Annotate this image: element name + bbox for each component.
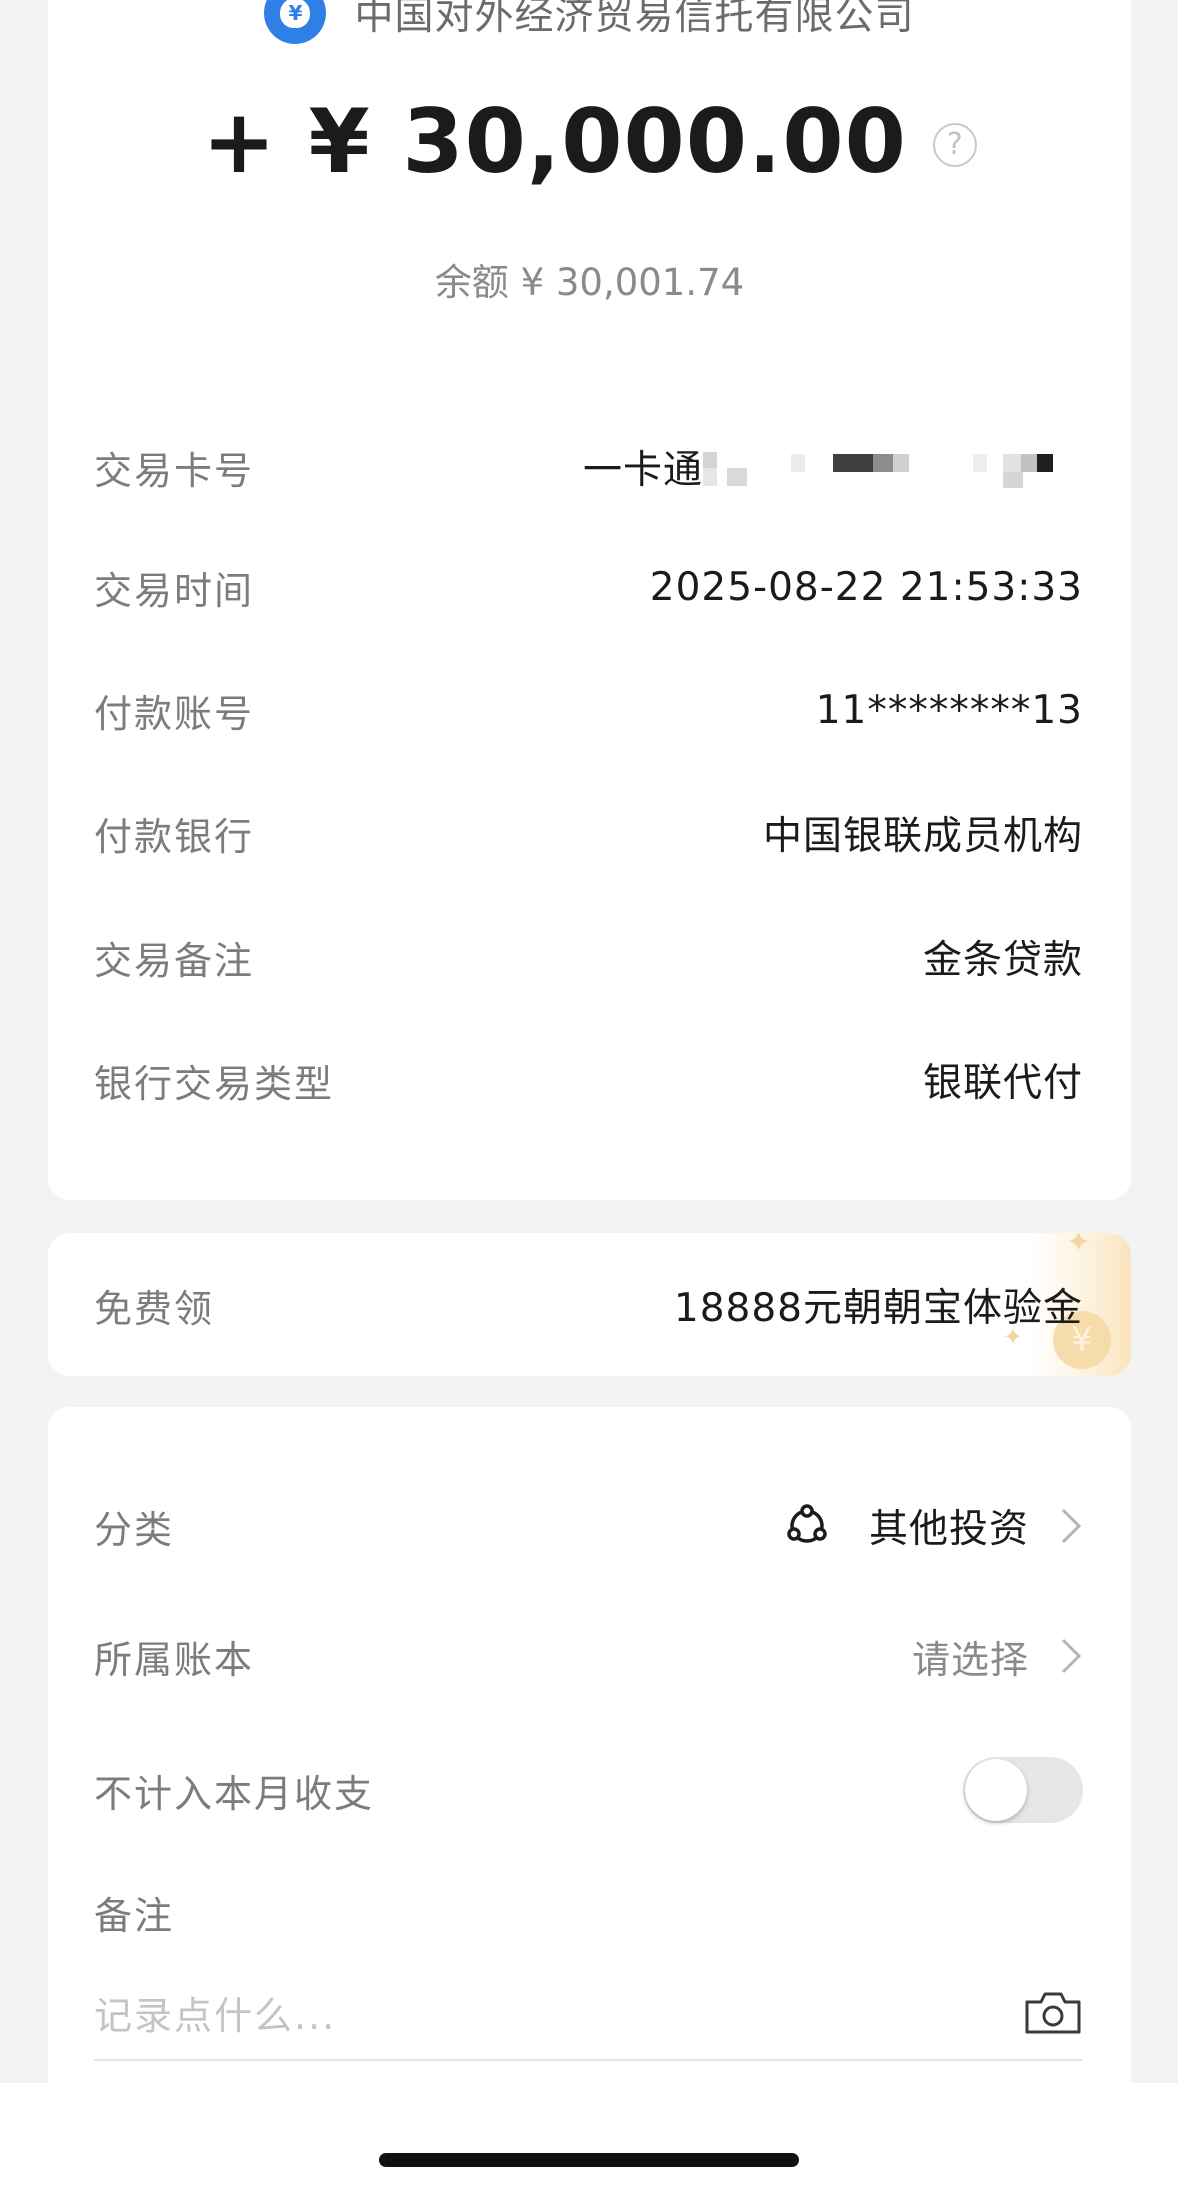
camera-icon[interactable] [1023,1988,1083,2036]
masked-card-number [703,442,1083,492]
toggle-knob [965,1759,1027,1821]
detail-row-payer-account: 付款账号 11********13 [94,680,1083,740]
type-label: 银行交易类型 [94,1061,335,1106]
help-icon[interactable]: ? [932,122,977,167]
promo-row[interactable]: 免费领 18888元朝朝宝体验金 [94,1275,1083,1335]
ledger-label: 所属账本 [94,1637,255,1682]
home-indicator[interactable] [379,2153,799,2167]
note-placeholder: 记录点什么... [94,1993,337,2038]
balance-text: 余额 ¥ 30,001.74 [434,261,745,304]
merchant-header: ¥ 中国对外经济贸易信托有限公司 [48,0,1131,44]
transaction-amount: + ¥ 30,000.00 [202,90,907,193]
card-value-text: 一卡通 [582,448,703,493]
promo-label: 免费领 [94,1286,215,1331]
merchant-icon-glyph: ¥ [280,0,311,28]
detail-row-time: 交易时间 2025-08-22 21:53:33 [94,557,1083,617]
chevron-right-icon [1061,1508,1082,1544]
payer-bank-value: 中国银联成员机构 [762,814,1083,859]
remark-value: 金条贷款 [922,938,1083,983]
sparkle-icon: ✦ [1065,1233,1091,1260]
type-value: 银联代付 [922,1061,1083,1106]
payer-account-value: 11********13 [815,687,1083,733]
note-label: 备注 [94,1893,175,1938]
ledger-selector[interactable]: 请选择 [912,1629,1083,1684]
note-input[interactable]: 记录点什么... [94,1977,1083,2061]
time-label: 交易时间 [94,568,255,613]
ledger-row[interactable]: 所属账本 请选择 [94,1626,1083,1686]
category-label: 分类 [94,1507,175,1552]
ledger-value: 请选择 [911,1637,1029,1682]
detail-row-type: 银行交易类型 银联代付 [94,1050,1083,1110]
time-value: 2025-08-22 21:53:33 [649,564,1083,610]
transaction-detail-card: ¥ 中国对外经济贸易信托有限公司 + ¥ 30,000.00 ? 余额 ¥ 30… [48,0,1131,1200]
detail-row-card: 交易卡号 一卡通 [94,437,1083,497]
payer-account-label: 付款账号 [94,691,255,736]
exclude-row: 不计入本月收支 [94,1750,1083,1830]
note-label-row: 备注 [94,1882,1083,1942]
category-selector[interactable]: 其他投资 [785,1498,1083,1554]
remark-label: 交易备注 [94,938,255,983]
promo-banner[interactable]: ✦ ✦ ¥ 免费领 18888元朝朝宝体验金 [48,1233,1131,1376]
exclude-label: 不计入本月收支 [94,1771,375,1816]
category-value: 其他投资 [868,1507,1029,1552]
settings-card: 分类 其他投资 所属账本 请选择 不计入本月收支 备注 记录点什么... [48,1407,1131,2107]
detail-row-payer-bank: 付款银行 中国银联成员机构 [94,803,1083,863]
investment-icon [787,1504,827,1543]
card-value: 一卡通 [583,439,1083,495]
home-indicator-area [0,2083,1178,2185]
payer-bank-label: 付款银行 [94,814,255,859]
detail-row-remark: 交易备注 金条贷款 [94,927,1083,987]
merchant-name: 中国对外经济贸易信托有限公司 [354,0,915,39]
exclude-toggle[interactable] [963,1757,1083,1823]
card-label: 交易卡号 [94,448,255,493]
amount-row: + ¥ 30,000.00 ? [48,90,1131,193]
chevron-right-icon [1061,1638,1082,1674]
promo-value: 18888元朝朝宝体验金 [673,1286,1083,1331]
money-bag-icon: ¥ [264,0,327,44]
category-row[interactable]: 分类 其他投资 [94,1496,1083,1556]
